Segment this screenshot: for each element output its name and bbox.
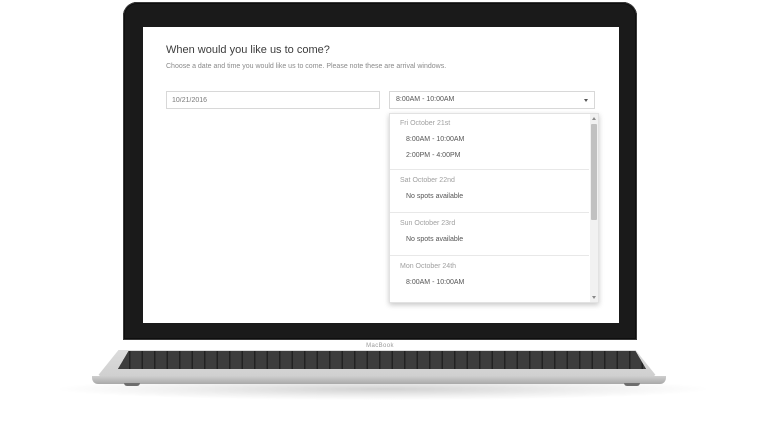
laptop-foot-left xyxy=(124,383,140,386)
page-subtitle: Choose a date and time you would like us… xyxy=(166,63,447,70)
scrollbar-thumb[interactable] xyxy=(591,124,597,220)
group-label-sat-oct-22: Sat October 22nd xyxy=(400,177,455,184)
arrow-down-icon[interactable] xyxy=(592,296,596,299)
option-fri-2-4pm[interactable]: 2:00PM - 4:00PM xyxy=(406,152,460,159)
laptop-base xyxy=(92,376,666,384)
time-window-select[interactable]: 8:00AM - 10:00AM xyxy=(389,91,595,109)
page-title: When would you like us to come? xyxy=(166,44,330,56)
chevron-down-icon xyxy=(584,99,588,102)
option-sun-no-spots: No spots available xyxy=(406,236,464,243)
option-fri-8-10am[interactable]: 8:00AM - 10:00AM xyxy=(406,136,464,143)
arrow-up-icon[interactable] xyxy=(592,117,596,120)
dropdown-group: Fri October 21st 8:00AM - 10:00AM 2:00PM… xyxy=(390,114,589,169)
dropdown-group: Sat October 22nd No spots available xyxy=(390,169,589,213)
keyboard-keys xyxy=(118,351,646,369)
date-input[interactable] xyxy=(166,91,380,109)
option-sat-no-spots: No spots available xyxy=(406,193,464,200)
time-select-value: 8:00AM - 10:00AM xyxy=(396,96,455,103)
dropdown-scrollbar[interactable] xyxy=(590,114,598,302)
group-label-sun-oct-23: Sun October 23rd xyxy=(400,220,456,227)
dropdown-group: Sun October 23rd No spots available xyxy=(390,212,589,256)
time-window-dropdown[interactable]: Fri October 21st 8:00AM - 10:00AM 2:00PM… xyxy=(389,113,599,303)
option-mon-8-10am[interactable]: 8:00AM - 10:00AM xyxy=(406,279,464,286)
laptop-foot-right xyxy=(624,383,640,386)
group-label-fri-oct-21: Fri October 21st xyxy=(400,120,451,127)
dropdown-group: Mon October 24th 8:00AM - 10:00AM xyxy=(390,255,589,302)
group-label-mon-oct-24: Mon October 24th xyxy=(400,263,457,270)
laptop-screen: When would you like us to come? Choose a… xyxy=(143,27,619,323)
